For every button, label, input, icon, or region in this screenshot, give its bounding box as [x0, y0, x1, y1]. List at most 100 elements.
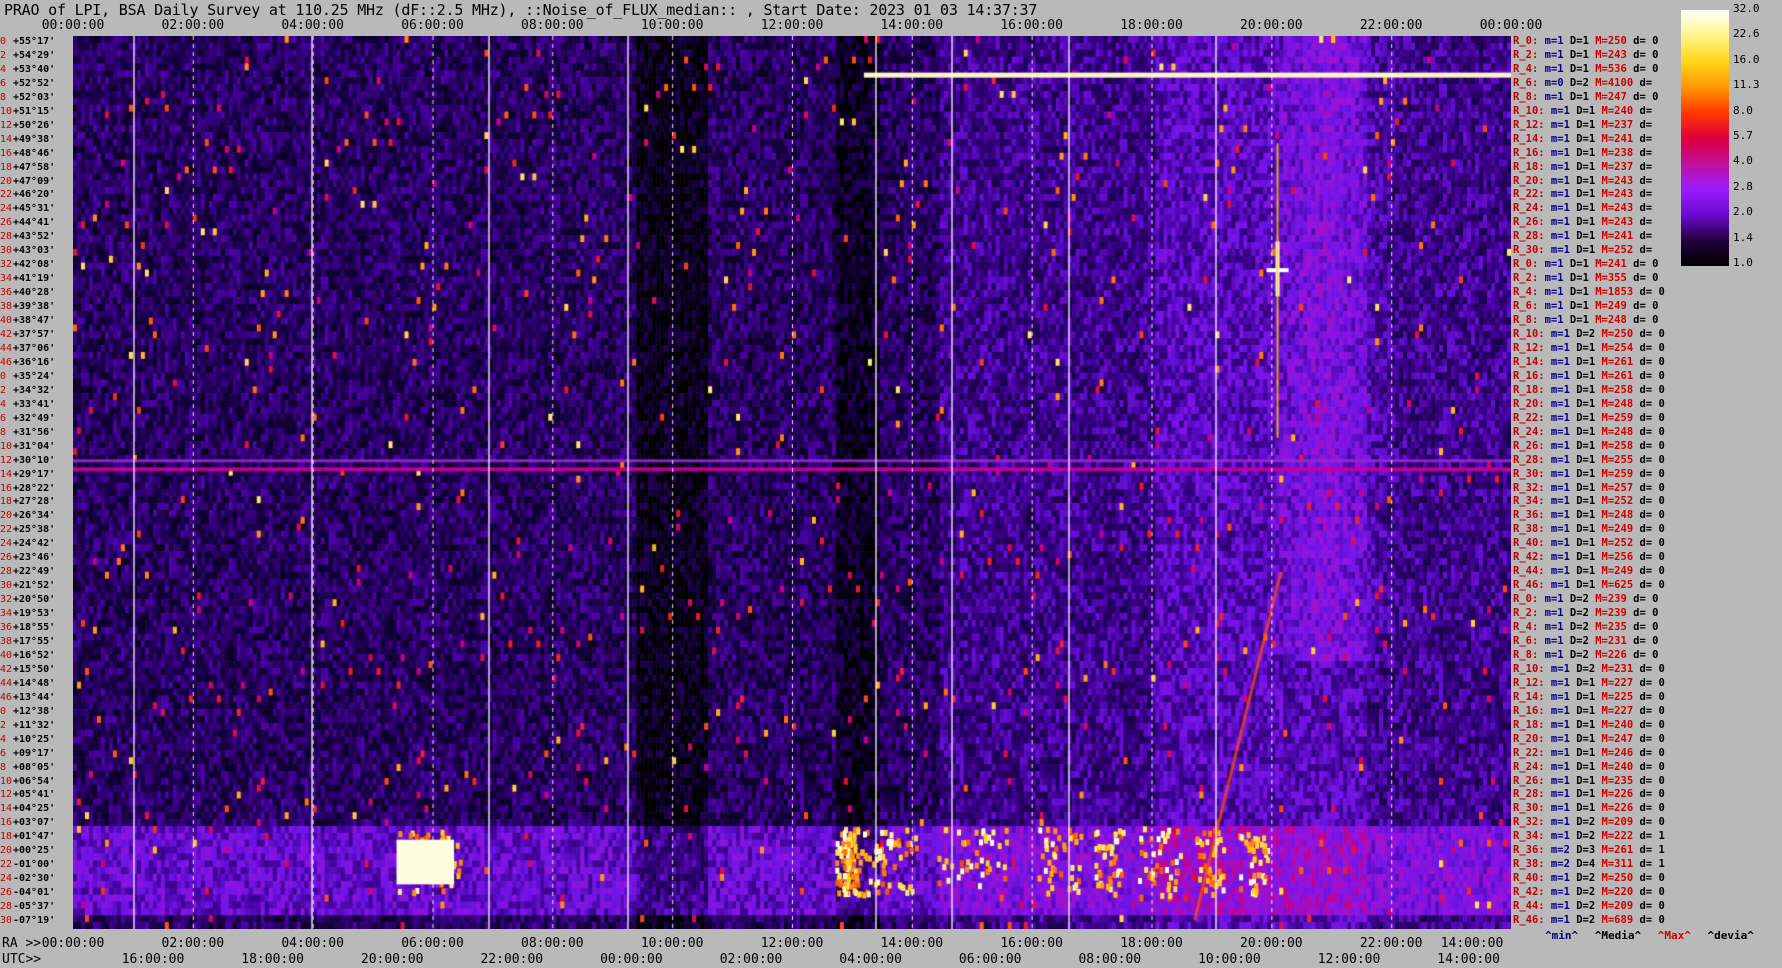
beam-index: 40: [0, 315, 13, 327]
stat-label: d=: [1633, 858, 1659, 871]
beam-stat-row: R_18: m=1 D=1 M=258 d= 0: [1513, 383, 1665, 396]
declination-value: +22°49': [13, 566, 56, 578]
stat-label: M=: [1595, 816, 1615, 829]
stat-label: M=: [1595, 383, 1615, 396]
stat-devia: 0: [1652, 62, 1659, 75]
declination-value: +09°17': [13, 747, 56, 759]
stat-label: M=: [1595, 760, 1615, 773]
stat-label: D=: [1569, 104, 1589, 117]
stat-label: m=: [1544, 886, 1564, 899]
ra-tick-label: 14:00:00: [1440, 936, 1504, 951]
stat-label: m=: [1538, 634, 1558, 647]
beam-index: 14: [0, 803, 13, 815]
ra-tick-label: 14:00:00: [880, 936, 944, 951]
beam-stat-row: R_0: m=1 D=2 M=239 d= 0: [1513, 594, 1658, 605]
stat-label: M=: [1595, 900, 1615, 913]
stat-label: M=: [1595, 579, 1615, 592]
stat-label: D=: [1563, 607, 1583, 620]
beam-id: R_4:: [1513, 621, 1539, 634]
stat-label: D=: [1569, 174, 1589, 187]
stat-max: 256: [1614, 551, 1634, 564]
stat-devia: 0: [1658, 565, 1665, 578]
stat-label: d=: [1633, 118, 1653, 131]
beam-stat-row: R_24: m=1 D=1 M=248 d= 0: [1513, 425, 1665, 438]
beam-index: 22: [0, 524, 13, 536]
beam-stat-row: R_24: m=1 D=1 M=240 d= 0: [1513, 760, 1665, 773]
declination-axis: 0 +55°17' 2 +54°29' 4 +53°40' 6 +52°52' 8 +52°03'…: [0, 36, 73, 929]
stat-devia: 0: [1658, 886, 1665, 899]
stat-label: d=: [1633, 76, 1653, 89]
colorbar-label: 1.0: [1733, 256, 1753, 269]
beam-stat-row: R_20: m=1 D=1 M=243 d=: [1513, 174, 1652, 187]
stat-label: M=: [1595, 551, 1615, 564]
declination-row: 40+38°47': [0, 316, 55, 326]
beam-index: 34: [0, 608, 13, 620]
beam-stat-row: R_46: m=1 D=1 M=625 d= 0: [1513, 580, 1665, 591]
heatmap-plot[interactable]: [73, 36, 1511, 929]
stat-label: D=: [1563, 76, 1583, 89]
stat-devia: 0: [1658, 872, 1665, 885]
beam-index: 32: [0, 594, 13, 606]
stat-label: m=: [1544, 425, 1564, 438]
stat-max: 248: [1614, 397, 1634, 410]
stat-label: M=: [1595, 467, 1615, 480]
stat-label: D=: [1569, 900, 1589, 913]
stat-max: 689: [1614, 914, 1634, 927]
beam-stat-row: R_22: m=1 D=1 M=259 d= 0: [1513, 411, 1665, 424]
stat-max: 241: [1614, 230, 1634, 243]
beam-id: R_2:: [1513, 272, 1539, 285]
declination-row: 42+37°57': [0, 330, 55, 340]
declination-row: 40+16°52': [0, 650, 55, 661]
stat-label: m=: [1544, 718, 1564, 731]
declination-value: +52°52': [13, 77, 56, 89]
beam-index: 46: [0, 356, 13, 368]
stat-devia: 0: [1658, 286, 1665, 299]
stat-max: 243: [1614, 216, 1634, 229]
declination-row: 46+36°16': [0, 356, 55, 368]
declination-value: +52°03': [13, 91, 56, 103]
stat-label: M=: [1595, 788, 1615, 801]
utc-tick-label: 12:00:00: [1317, 952, 1381, 967]
stat-label: m=: [1544, 202, 1564, 215]
stat-label: M=: [1588, 593, 1608, 606]
beam-index: 42: [0, 663, 13, 675]
top-tick-label: 04:00:00: [281, 18, 344, 33]
declination-value: +50°26': [13, 119, 56, 131]
stat-label: M=: [1595, 704, 1615, 717]
beam-id: R_4:: [1513, 286, 1539, 299]
stat-label: D=: [1563, 300, 1583, 313]
stat-label: D=: [1569, 439, 1589, 452]
stat-max: 243: [1607, 48, 1627, 61]
beam-index: 28: [0, 566, 13, 578]
stat-label: d=: [1633, 132, 1653, 145]
declination-row: 42+15°50': [0, 663, 55, 675]
stat-label: M=: [1595, 132, 1615, 145]
stat-max: 226: [1614, 788, 1634, 801]
stat-label: D=: [1563, 621, 1583, 634]
stat-max: 258: [1614, 439, 1634, 452]
stat-label: m=: [1544, 328, 1564, 341]
stat-label: M=: [1595, 439, 1615, 452]
utc-tick-label: 16:00:00: [121, 952, 185, 967]
utc-tick-label: 10:00:00: [1198, 952, 1261, 967]
beam-index: 44: [0, 342, 13, 354]
stat-label: m=: [1544, 760, 1564, 773]
declination-value: +40°28': [13, 287, 56, 299]
declination-row: 12+05°41': [0, 790, 55, 800]
declination-value: +12°38': [13, 705, 56, 717]
beam-stat-row: R_20: m=1 D=1 M=247 d= 0: [1513, 732, 1665, 745]
beam-id: R_30:: [1513, 802, 1545, 815]
stat-label: D=: [1563, 90, 1583, 103]
declination-value: +13°44': [13, 691, 56, 703]
ra-tick-label: 04:00:00: [281, 936, 344, 951]
declination-value: +44°41': [13, 217, 56, 229]
stat-label: d=: [1633, 411, 1659, 424]
stat-devia: 0: [1652, 258, 1659, 271]
top-tick-label: 22:00:00: [1359, 18, 1423, 33]
stat-label: m=: [1544, 732, 1564, 745]
stat-label: d=: [1633, 355, 1659, 368]
beam-index: 24: [0, 873, 13, 885]
declination-row: 30+21°52': [0, 581, 55, 591]
stat-label: D=: [1563, 286, 1583, 299]
beam-stat-row: R_0: m=1 D=1 M=241 d= 0: [1513, 259, 1658, 270]
